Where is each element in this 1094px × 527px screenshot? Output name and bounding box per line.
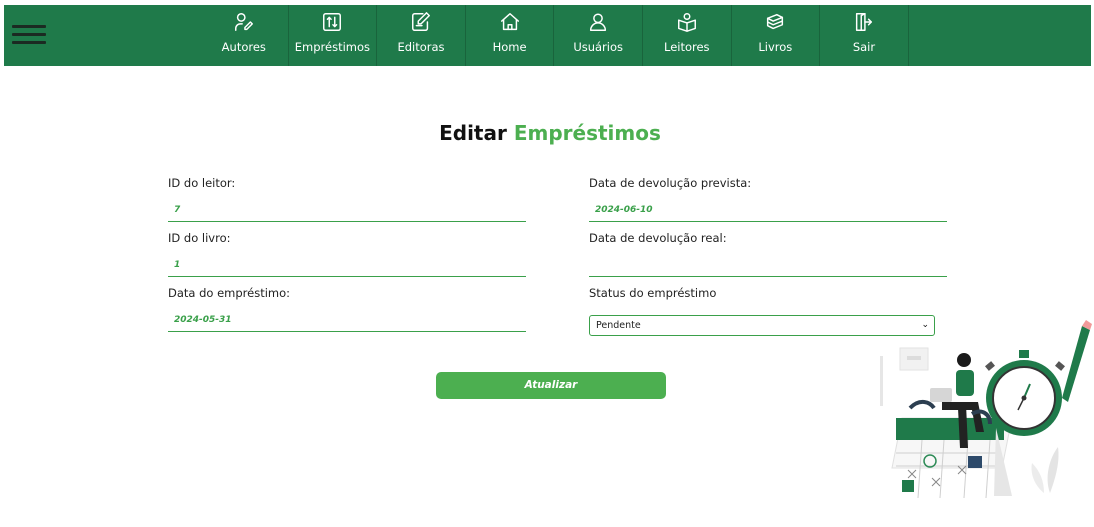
nav-label: Leitores bbox=[663, 40, 710, 54]
nav-item-sair[interactable]: Sair bbox=[820, 5, 909, 66]
nav-item-leitores[interactable]: Leitores bbox=[643, 5, 732, 66]
user-icon bbox=[590, 13, 607, 31]
actual-return-label: Data de devolução real: bbox=[589, 231, 727, 245]
hamburger-menu-icon[interactable] bbox=[12, 25, 46, 47]
nav-item-editoras[interactable]: Editoras bbox=[377, 5, 466, 66]
actual-return-field: Data de devolução real: bbox=[589, 231, 947, 277]
top-navbar: Autores Empréstimos Editoras Home Usuári… bbox=[4, 5, 1091, 66]
nav-label: Editoras bbox=[397, 40, 445, 54]
home-icon bbox=[500, 13, 519, 31]
loan-date-label: Data do empréstimo: bbox=[168, 286, 291, 300]
status-label: Status do empréstimo bbox=[589, 286, 717, 300]
nav-label: Livros bbox=[758, 40, 793, 54]
nav-item-usuarios[interactable]: Usuários bbox=[554, 5, 643, 66]
page-title: Editar Empréstimos bbox=[0, 121, 1094, 145]
nav-item-home[interactable]: Home bbox=[466, 5, 555, 66]
page: Autores Empréstimos Editoras Home Usuári… bbox=[0, 0, 1094, 527]
nav-label: Empréstimos bbox=[294, 40, 371, 54]
nav-item-emprestimos[interactable]: Empréstimos bbox=[289, 5, 378, 66]
nav-item-livros[interactable]: Livros bbox=[732, 5, 821, 66]
calendar-clock-illustration bbox=[880, 320, 1092, 499]
nav-label: Usuários bbox=[573, 40, 624, 54]
publishers-icon bbox=[412, 12, 430, 31]
nav-items: Autores Empréstimos Editoras Home Usuári… bbox=[200, 5, 909, 66]
books-icon bbox=[767, 13, 784, 30]
status-field: Status do empréstimo bbox=[589, 286, 947, 302]
nav-label: Autores bbox=[221, 40, 266, 54]
book-id-label: ID do livro: bbox=[168, 231, 231, 245]
loan-date-field: Data do empréstimo: bbox=[168, 286, 526, 332]
expected-return-label: Data de devolução prevista: bbox=[589, 176, 752, 190]
reader-id-field: ID do leitor: bbox=[168, 176, 526, 222]
title-main: Editar bbox=[439, 121, 507, 145]
book-id-field: ID do livro: bbox=[168, 231, 526, 277]
reader-id-input[interactable] bbox=[168, 198, 526, 222]
status-selected-value: Pendente bbox=[596, 320, 641, 331]
actual-return-input[interactable] bbox=[589, 253, 947, 277]
nav-label: Sair bbox=[852, 40, 876, 54]
update-button[interactable]: Atualizar bbox=[436, 372, 666, 399]
book-id-input[interactable] bbox=[168, 253, 526, 277]
loans-icon bbox=[323, 13, 342, 31]
nav-item-autores[interactable]: Autores bbox=[200, 5, 289, 66]
authors-icon bbox=[234, 13, 253, 31]
loan-date-input[interactable] bbox=[168, 308, 526, 332]
title-accent: Empréstimos bbox=[513, 121, 661, 145]
expected-return-input[interactable] bbox=[589, 198, 947, 222]
reader-id-label: ID do leitor: bbox=[168, 176, 236, 190]
expected-return-field: Data de devolução prevista: bbox=[589, 176, 947, 222]
readers-icon bbox=[677, 13, 696, 32]
nav-label: Home bbox=[492, 40, 527, 54]
logout-icon bbox=[855, 13, 873, 31]
